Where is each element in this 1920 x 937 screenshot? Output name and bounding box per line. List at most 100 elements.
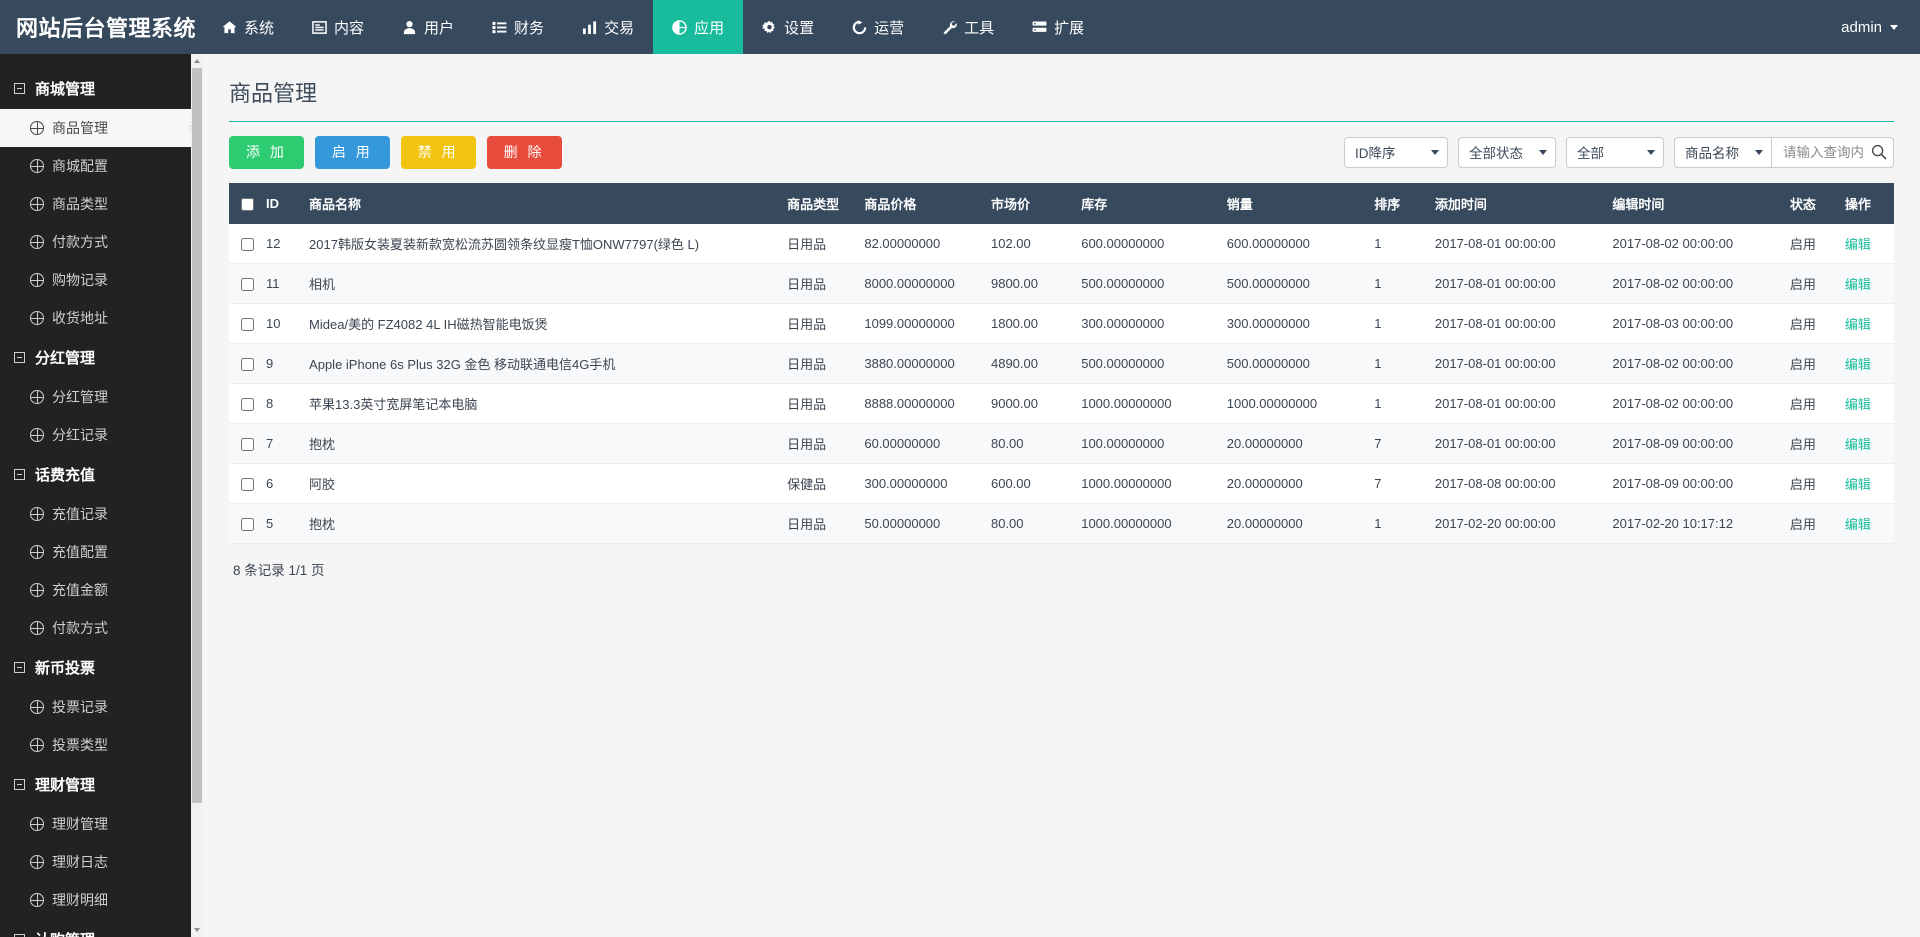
sidebar-item-商城配置[interactable]: 商城配置 <box>0 147 203 185</box>
th-state[interactable]: 状态 <box>1783 183 1839 224</box>
search-icon[interactable] <box>1871 144 1887 160</box>
th-sales[interactable]: 销量 <box>1220 183 1369 224</box>
table-row[interactable]: 10 Midea/美的 FZ4082 4L IH磁热智能电饭煲 日用品 1099.00… <box>229 303 1894 344</box>
th-id[interactable]: ID <box>260 183 304 224</box>
disable-button[interactable]: 禁 用 <box>400 135 476 169</box>
edit-link[interactable]: 编辑 <box>1845 477 1871 492</box>
sidebar-item-购物记录[interactable]: 购物记录 <box>0 261 203 299</box>
sidebar-item-商品管理[interactable]: 商品管理› <box>0 109 203 147</box>
row-select-cell <box>229 463 260 504</box>
nav-item-运营[interactable]: 运营 <box>833 0 923 54</box>
nav-item-label: 扩展 <box>1054 19 1085 37</box>
th-type[interactable]: 商品类型 <box>781 183 859 224</box>
sidebar-item-投票类型[interactable]: 投票类型 <box>0 726 203 764</box>
sidebar-item-投票记录[interactable]: 投票记录 <box>0 688 203 726</box>
sidebar-item-label: 购物记录 <box>52 272 108 288</box>
row-checkbox[interactable] <box>241 278 254 292</box>
cell-sales: 500.00000000 <box>1220 343 1369 384</box>
scroll-down-arrow-icon[interactable] <box>191 923 203 937</box>
search-field-select[interactable]: 商品名称 <box>1674 136 1772 168</box>
table-row[interactable]: 6 阿胶 保健品 300.00000000 600.00 1000.00000000 20.… <box>229 463 1894 504</box>
th-name[interactable]: 商品名称 <box>303 183 782 224</box>
th-edited[interactable]: 编辑时间 <box>1606 183 1784 224</box>
cell-price: 50.00000000 <box>858 503 985 544</box>
sidebar-item-理财日志[interactable]: 理财日志 <box>0 843 203 881</box>
sidebar-group-分红管理[interactable]: 分红管理 <box>0 337 203 378</box>
th-action[interactable]: 操作 <box>1838 183 1894 224</box>
table-row[interactable]: 8 苹果13.3英寸宽屏笔记本电脑 日用品 8888.00000000 9000.00 1… <box>229 383 1894 424</box>
sidebar-item-理财管理[interactable]: 理财管理 <box>0 805 203 843</box>
sidebar-group-新币投票[interactable]: 新币投票 <box>0 647 203 688</box>
row-checkbox[interactable] <box>241 238 254 252</box>
sidebar-scrollbar[interactable] <box>191 54 203 937</box>
th-market-price[interactable]: 市场价 <box>984 183 1076 224</box>
sidebar-item-收货地址[interactable]: 收货地址 <box>0 299 203 337</box>
nav-item-交易[interactable]: 交易 <box>563 0 653 54</box>
sidebar-item-分红管理[interactable]: 分红管理 <box>0 378 203 416</box>
th-price[interactable]: 商品价格 <box>858 183 985 224</box>
edit-link[interactable]: 编辑 <box>1845 397 1871 412</box>
sidebar-item-付款方式[interactable]: 付款方式 <box>0 223 203 261</box>
edit-link[interactable]: 编辑 <box>1845 357 1871 372</box>
table-row[interactable]: 7 抱枕 日用品 60.00000000 80.00 100.00000000 20.000… <box>229 423 1894 464</box>
row-checkbox[interactable] <box>241 398 254 412</box>
globe-icon <box>30 700 44 714</box>
nav-item-系统[interactable]: 系统 <box>203 0 293 54</box>
cell-name: 抱枕 <box>303 423 782 464</box>
table-row[interactable]: 11 相机 日用品 8000.00000000 9800.00 500.00000000 5… <box>229 263 1894 304</box>
sidebar-group-话费充值[interactable]: 话费充值 <box>0 454 203 495</box>
edit-link[interactable]: 编辑 <box>1845 317 1871 332</box>
sidebar-item-商品类型[interactable]: 商品类型 <box>0 185 203 223</box>
delete-button[interactable]: 删 除 <box>486 135 562 169</box>
th-created[interactable]: 添加时间 <box>1428 183 1607 224</box>
sidebar-item-充值金额[interactable]: 充值金额 <box>0 571 203 609</box>
nav-item-内容[interactable]: 内容 <box>293 0 383 54</box>
th-order[interactable]: 排序 <box>1368 183 1429 224</box>
enable-button[interactable]: 启 用 <box>314 135 390 169</box>
th-stock[interactable]: 库存 <box>1075 183 1221 224</box>
sort-select[interactable]: ID降序 <box>1344 136 1448 168</box>
edit-link[interactable]: 编辑 <box>1845 277 1871 292</box>
edit-link[interactable]: 编辑 <box>1845 437 1871 452</box>
sidebar-group-理财管理[interactable]: 理财管理 <box>0 764 203 805</box>
cell-price: 82.00000000 <box>858 224 985 264</box>
nav-item-工具[interactable]: 工具 <box>923 0 1013 54</box>
nav-item-用户[interactable]: 用户 <box>383 0 473 54</box>
scroll-up-arrow-icon[interactable] <box>191 54 203 68</box>
sidebar-item-label: 充值金额 <box>52 582 108 598</box>
add-button[interactable]: 添 加 <box>229 135 304 169</box>
sidebar-item-label: 付款方式 <box>52 620 108 636</box>
row-checkbox[interactable] <box>241 478 254 492</box>
scrollbar-thumb[interactable] <box>192 68 202 803</box>
type-select[interactable]: 全部 <box>1566 136 1664 168</box>
user-menu[interactable]: admin <box>1819 0 1920 54</box>
sidebar-item-充值配置[interactable]: 充值配置 <box>0 533 203 571</box>
table-row[interactable]: 9 Apple iPhone 6s Plus 32G 金色 移动联通电信4G手机日… <box>229 343 1894 384</box>
row-checkbox[interactable] <box>241 438 254 452</box>
edit-link[interactable]: 编辑 <box>1845 517 1871 532</box>
sidebar-group-label: 分红管理 <box>35 350 96 367</box>
nav-item-设置[interactable]: 设置 <box>743 0 833 54</box>
sidebar-item-充值记录[interactable]: 充值记录 <box>0 495 203 533</box>
table-row[interactable]: 12 2017韩版女装夏装新款宽松流苏圆领条纹显瘦T恤ONW7797(绿色 L) 日… <box>229 224 1894 264</box>
sidebar-item-理财明细[interactable]: 理财明细 <box>0 881 203 919</box>
cell-stock: 1000.00000000 <box>1075 383 1221 424</box>
sidebar-item-付款方式[interactable]: 付款方式 <box>0 609 203 647</box>
edit-link[interactable]: 编辑 <box>1845 237 1871 252</box>
row-checkbox[interactable] <box>241 518 254 532</box>
search-input[interactable] <box>1781 143 1865 161</box>
nav-item-扩展[interactable]: 扩展 <box>1013 0 1103 54</box>
sidebar-item-分红记录[interactable]: 分红记录 <box>0 416 203 454</box>
sidebar-group-商城管理[interactable]: 商城管理 <box>0 68 203 109</box>
globe-icon <box>672 19 687 35</box>
nav-item-应用[interactable]: 应用 <box>653 0 744 54</box>
status-select[interactable]: 全部状态 <box>1458 136 1556 168</box>
select-all-checkbox[interactable] <box>241 198 254 212</box>
sidebar-group-认购管理[interactable]: 认购管理 <box>0 919 203 937</box>
sidebar-item-label: 商城配置 <box>52 158 108 174</box>
row-checkbox[interactable] <box>241 358 254 372</box>
row-checkbox[interactable] <box>241 318 254 332</box>
search-box <box>1772 136 1894 168</box>
nav-item-财务[interactable]: 财务 <box>473 0 563 54</box>
table-row[interactable]: 5 抱枕 日用品 50.00000000 80.00 1000.00000000 20.00… <box>229 503 1894 544</box>
